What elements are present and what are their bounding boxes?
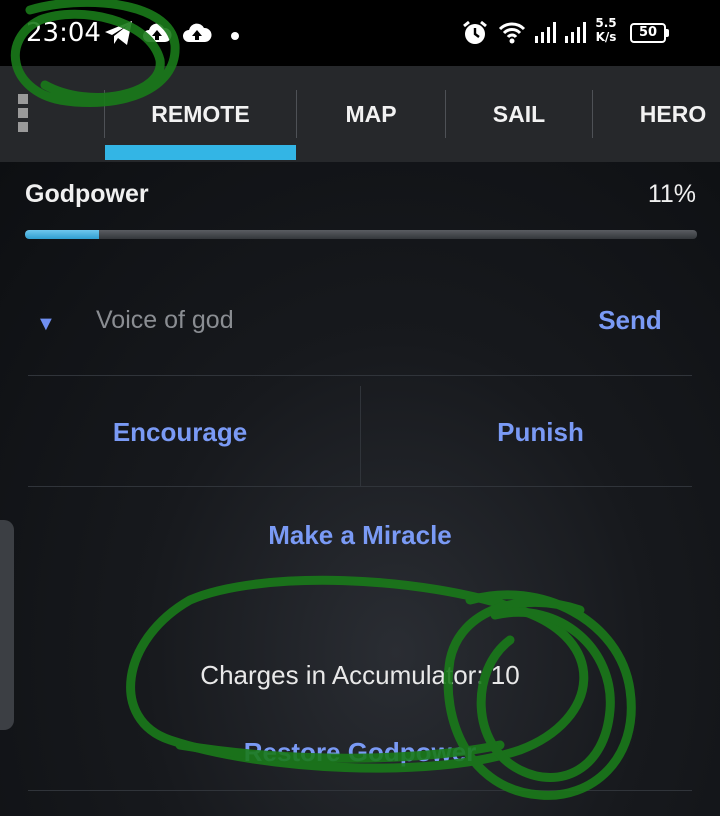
godpower-progress-fill [25,230,99,239]
alarm-icon [462,20,488,51]
voice-dropdown-arrow-icon[interactable]: ▼ [36,313,56,336]
restore-godpower-button[interactable]: Restore Godpower [0,722,720,782]
edge-scroll-handle[interactable] [0,520,14,730]
cloud-upload-icon [142,20,172,51]
active-tab-indicator [105,145,296,160]
godpower-progress-bar [25,230,697,239]
accumulator-charges: Charges in Accumulator: 10 [200,660,520,690]
tab-map[interactable]: MAP [297,66,445,162]
status-bar: 23:04 5.5 K/s 50 [0,0,720,66]
godpower-label: Godpower [25,180,149,208]
make-miracle-button[interactable]: Make a Miracle [0,505,720,565]
cloud-upload-icon [182,20,212,51]
wifi-icon [498,20,526,49]
voice-of-god-input[interactable] [96,300,556,340]
telegram-icon [104,20,134,51]
divider [28,375,692,376]
divider [28,790,692,791]
system-icons: 5.5 K/s 50 [462,16,702,51]
tab-hero[interactable]: HERO [593,66,720,162]
encourage-button[interactable]: Encourage [0,402,360,462]
network-speed: 5.5 K/s [595,16,617,44]
battery-icon: 50 [630,23,669,43]
status-time: 23:04 [26,18,101,48]
punish-button[interactable]: Punish [361,402,720,462]
send-button[interactable]: Send [588,300,672,340]
overflow-menu-icon[interactable] [16,94,32,134]
tab-bar: REMOTE MAP SAIL HERO [0,66,720,162]
signal-icon [534,20,560,49]
tab-sail[interactable]: SAIL [446,66,592,162]
divider [28,486,692,487]
godpower-percent: 11% [647,180,696,208]
remote-panel: Godpower 11% ▼ Send Encourage Punish Mak… [0,162,720,816]
signal-icon [564,20,590,49]
more-notifications-dot-icon [230,28,240,46]
